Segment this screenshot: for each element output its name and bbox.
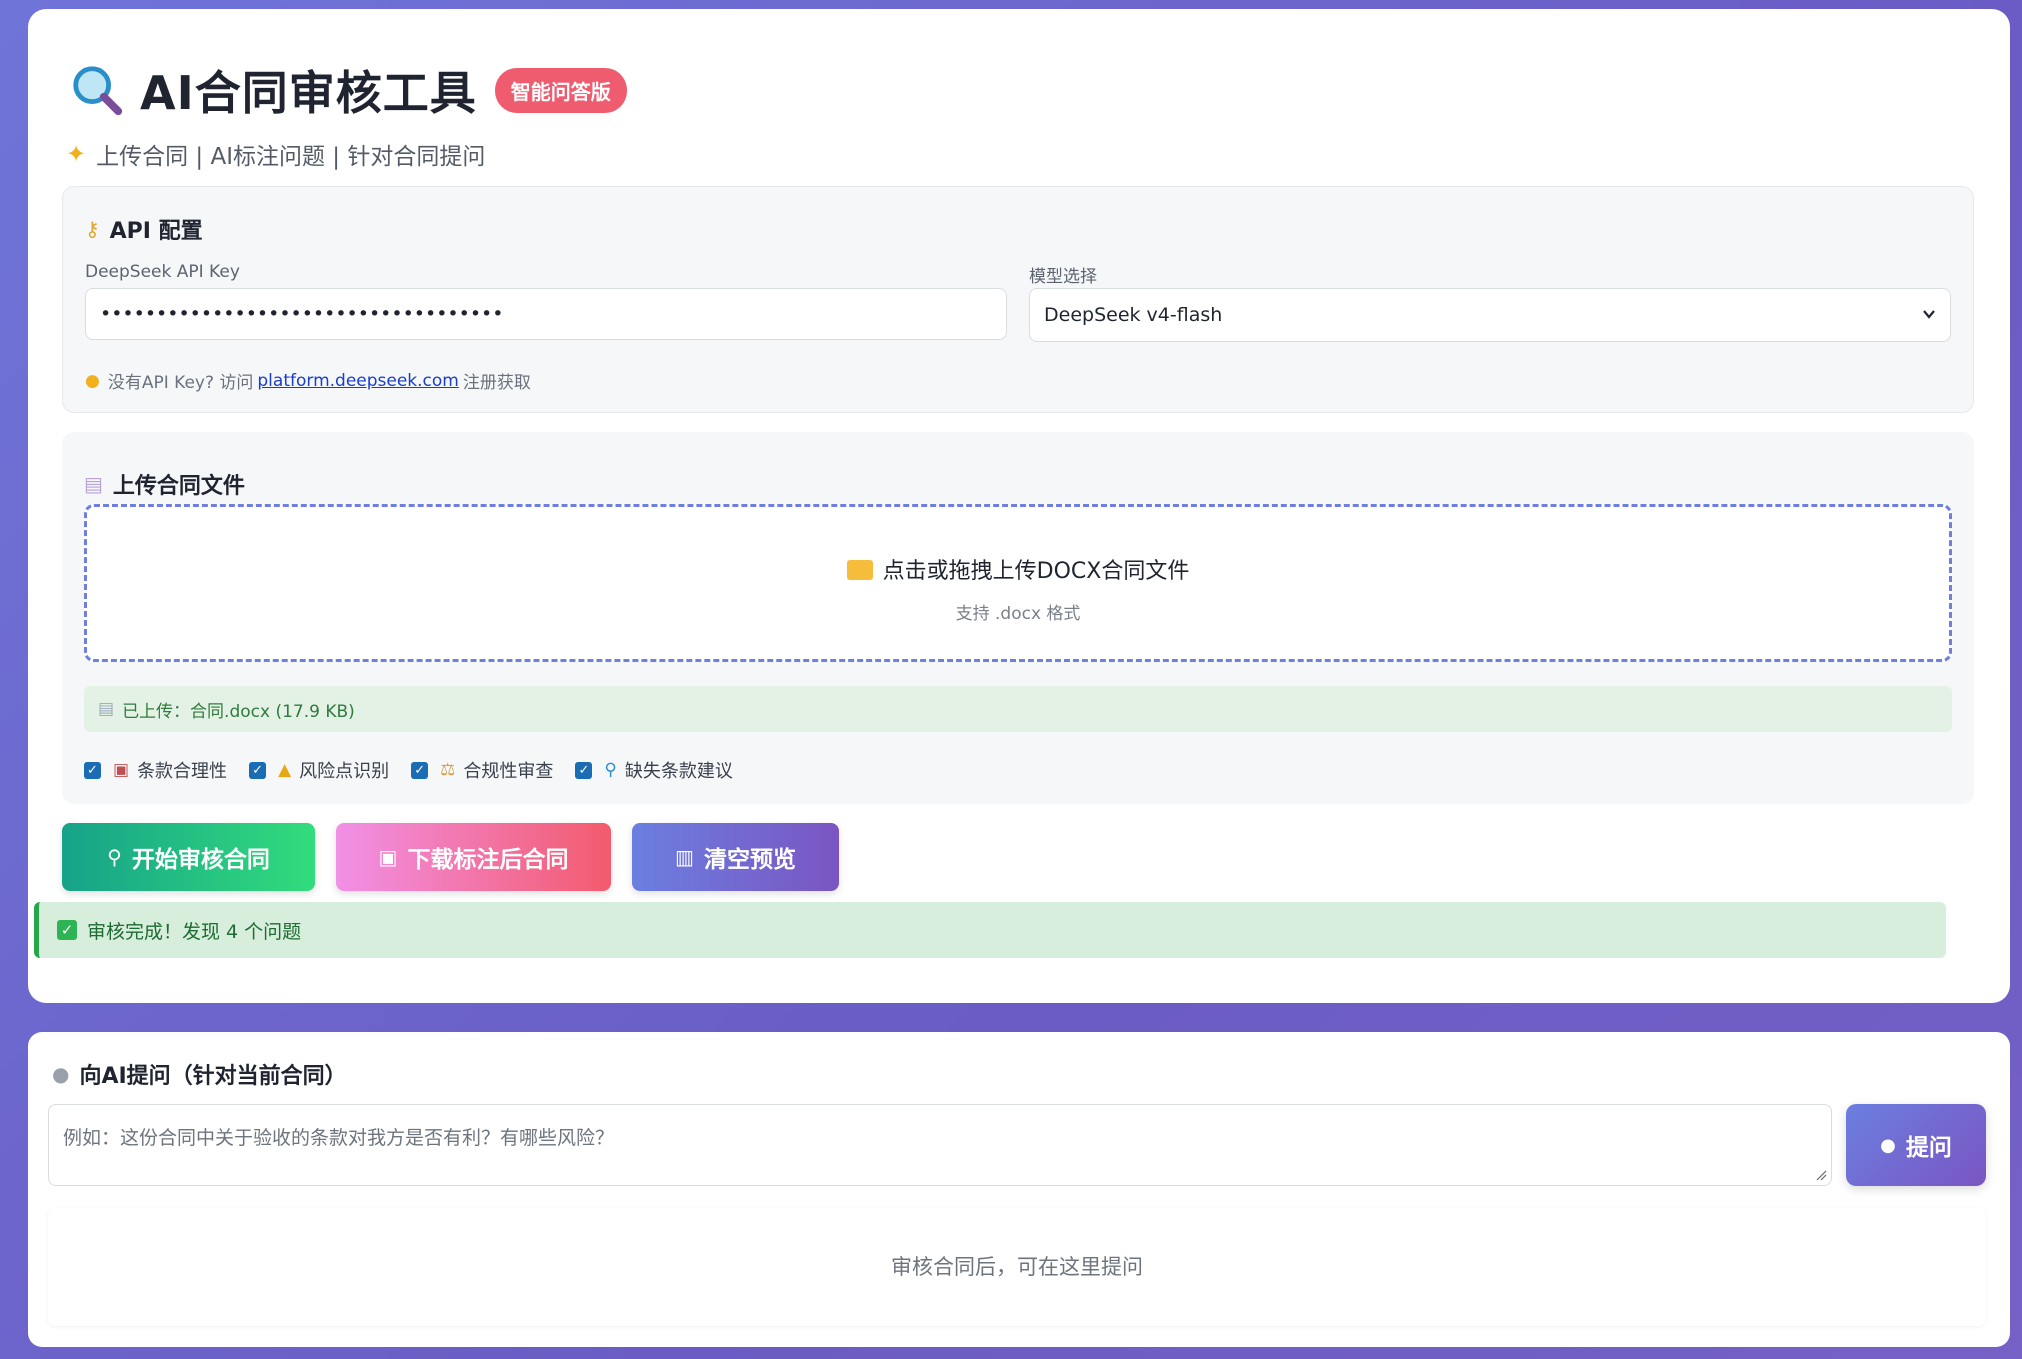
clear-preview-button[interactable]: ▥ 清空预览 xyxy=(632,823,839,891)
review-options: ✓ ▣ 条款合理性 ✓ ▲ 风险点识别 ✓ ⚖ 合规性审查 ✓ ⚲ 缺失条款建议 xyxy=(84,757,755,783)
upload-title-text: 上传合同文件 xyxy=(112,474,245,499)
main-card: AI合同审核工具 智能问答版 ✦ 上传合同 | AI标注问题 | 针对合同提问 … xyxy=(28,9,2010,1003)
option-clause-reasonableness[interactable]: ✓ ▣ 条款合理性 xyxy=(84,757,227,783)
option-label: 合规性审查 xyxy=(463,761,554,782)
chat-card: ● 向AI提问（针对当前合同） 例如：这份合同中关于验收的条款对我方是否有利？有… xyxy=(28,1032,2010,1347)
start-review-button[interactable]: ⚲ 开始审核合同 xyxy=(62,823,315,891)
status-message: ✓ 审核完成！发现 4 个问题 xyxy=(34,902,1946,958)
option-compliance-review[interactable]: ✓ ⚖ 合规性审查 xyxy=(411,757,553,783)
model-label: 模型选择 xyxy=(1029,267,1097,287)
ask-button-label: 提问 xyxy=(1905,1135,1952,1161)
model-selected-value: DeepSeek v4-flash xyxy=(1044,304,1223,326)
folder-icon xyxy=(846,560,873,580)
upload-panel: ▤ 上传合同文件 点击或拖拽上传DOCX合同文件 支持 .docx 格式 ▤ 已… xyxy=(62,432,1974,804)
speech-bubble-icon: ● xyxy=(1880,1134,1896,1156)
scales-icon: ⚖ xyxy=(440,760,456,780)
checkbox-checked[interactable]: ✓ xyxy=(411,761,429,779)
key-icon: ⚷ xyxy=(85,217,100,241)
model-select[interactable]: DeepSeek v4-flash xyxy=(1029,288,1951,342)
chat-title-text: 向AI提问（针对当前合同） xyxy=(79,1064,347,1089)
uploaded-file-text: 已上传：合同.docx (17.9 KB) xyxy=(122,701,355,722)
file-dropzone[interactable]: 点击或拖拽上传DOCX合同文件 支持 .docx 格式 xyxy=(84,504,1952,662)
subtitle: ✦ 上传合同 | AI标注问题 | 针对合同提问 xyxy=(66,137,485,171)
answer-area: 审核合同后，可在这里提问 xyxy=(48,1208,1986,1326)
option-risk-identification[interactable]: ✓ ▲ 风险点识别 xyxy=(249,757,389,783)
api-key-input[interactable]: •••••••••••••••••••••••••••••••••••• xyxy=(85,288,1007,340)
deepseek-platform-link[interactable]: platform.deepseek.com xyxy=(257,371,458,391)
subtitle-text: 上传合同 | AI标注问题 | 针对合同提问 xyxy=(96,144,486,170)
magnifier-icon: ⚲ xyxy=(107,845,122,869)
page-title: AI合同审核工具 xyxy=(140,66,477,120)
warning-icon: ▲ xyxy=(278,760,292,780)
download-annotated-button[interactable]: ▣ 下载标注后合同 xyxy=(336,823,611,891)
check-icon: ✓ xyxy=(57,920,77,940)
chat-title: ● 向AI提问（针对当前合同） xyxy=(52,1058,347,1090)
api-config-title: ⚷ API 配置 xyxy=(85,213,203,245)
header: AI合同审核工具 智能问答版 xyxy=(68,55,627,125)
option-missing-clauses[interactable]: ✓ ⚲ 缺失条款建议 xyxy=(575,757,733,783)
magnifier-icon: ⚲ xyxy=(604,760,617,780)
resize-handle-icon[interactable] xyxy=(1815,1169,1827,1181)
speech-bubble-icon: ● xyxy=(52,1062,70,1086)
lightbulb-icon: ● xyxy=(85,370,100,391)
option-label: 缺失条款建议 xyxy=(624,761,733,782)
hint-suffix: 注册获取 xyxy=(462,373,531,393)
hint-prefix: 没有API Key? 访问 xyxy=(107,373,254,393)
api-config-title-text: API 配置 xyxy=(109,219,203,244)
clear-label: 清空预览 xyxy=(703,847,796,873)
chevron-down-icon xyxy=(1923,310,1935,319)
dropzone-label: 点击或拖拽上传DOCX合同文件 xyxy=(882,559,1190,584)
option-label: 条款合理性 xyxy=(137,761,228,782)
checkbox-checked[interactable]: ✓ xyxy=(249,761,267,779)
checkbox-checked[interactable]: ✓ xyxy=(575,761,593,779)
dropzone-text: 点击或拖拽上传DOCX合同文件 xyxy=(87,553,1949,585)
file-icon: ▤ xyxy=(98,699,115,719)
api-key-hint: ● 没有API Key? 访问 platform.deepseek.com 注册… xyxy=(85,368,531,394)
document-icon: ▤ xyxy=(84,472,103,496)
status-text: 审核完成！发现 4 个问题 xyxy=(87,920,302,943)
uploaded-file-info: ▤ 已上传：合同.docx (17.9 KB) xyxy=(84,686,1952,732)
sparkle-icon: ✦ xyxy=(66,140,87,168)
question-textarea[interactable]: 例如：这份合同中关于验收的条款对我方是否有利？有哪些风险？ xyxy=(48,1104,1832,1186)
start-review-label: 开始审核合同 xyxy=(131,847,270,873)
checkbox-checked[interactable]: ✓ xyxy=(84,761,101,779)
api-key-label: DeepSeek API Key xyxy=(85,262,240,282)
upload-title: ▤ 上传合同文件 xyxy=(84,468,245,500)
answer-placeholder: 审核合同后，可在这里提问 xyxy=(891,1255,1143,1279)
magnifier-icon xyxy=(73,66,123,116)
option-label: 风险点识别 xyxy=(299,761,390,782)
floppy-disk-icon: ▣ xyxy=(378,845,398,869)
api-key-value: •••••••••••••••••••••••••••••••••••• xyxy=(100,303,504,325)
version-badge: 智能问答版 xyxy=(494,67,627,113)
trash-icon: ▥ xyxy=(675,845,694,869)
clipboard-icon: ▣ xyxy=(113,760,130,780)
question-placeholder: 例如：这份合同中关于验收的条款对我方是否有利？有哪些风险？ xyxy=(63,1127,615,1149)
dropzone-subtext: 支持 .docx 格式 xyxy=(955,604,1081,624)
download-label: 下载标注后合同 xyxy=(407,847,569,873)
api-config-panel: ⚷ API 配置 DeepSeek API Key ••••••••••••••… xyxy=(62,186,1974,413)
ask-button[interactable]: ● 提问 xyxy=(1846,1104,1986,1186)
